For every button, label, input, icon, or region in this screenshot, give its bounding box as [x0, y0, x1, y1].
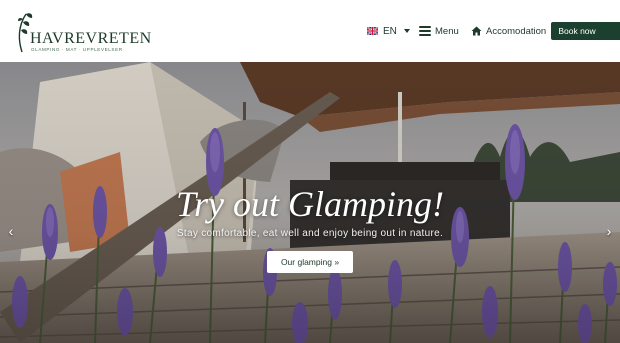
menu-button[interactable]: Menu	[419, 24, 459, 38]
chevron-right-icon[interactable]: ›	[603, 224, 615, 238]
accommodation-link[interactable]: Accomodation	[471, 24, 546, 38]
brand-name: HAVREVRETEN	[30, 30, 152, 47]
hero-subtitle: Stay comfortable, eat well and enjoy bei…	[176, 228, 444, 239]
hamburger-icon	[419, 26, 431, 36]
site-header: HAVREVRETEN GLAMPING · MAT · UPPLEVELSER…	[0, 0, 620, 62]
language-label: EN	[383, 25, 397, 37]
hero-title: Try out Glamping!	[175, 184, 444, 224]
site-logo[interactable]: HAVREVRETEN GLAMPING · MAT · UPPLEVELSER	[14, 8, 151, 54]
brand-tagline: GLAMPING · MAT · UPPLEVELSER	[31, 47, 123, 52]
chevron-left-icon[interactable]: ‹	[5, 224, 17, 238]
hero-carousel: Try out Glamping! Stay comfortable, eat …	[0, 62, 620, 343]
book-now-label: Book now	[558, 26, 596, 36]
menu-label: Menu	[435, 25, 459, 37]
caret-down-icon	[403, 29, 410, 33]
home-icon	[471, 26, 482, 36]
uk-flag-icon	[367, 27, 378, 35]
language-selector[interactable]: EN	[367, 24, 410, 38]
book-now-button[interactable]: Book now	[551, 22, 620, 40]
our-glamping-button[interactable]: Our glamping »	[267, 251, 353, 273]
accommodation-label: Accomodation	[486, 25, 547, 37]
